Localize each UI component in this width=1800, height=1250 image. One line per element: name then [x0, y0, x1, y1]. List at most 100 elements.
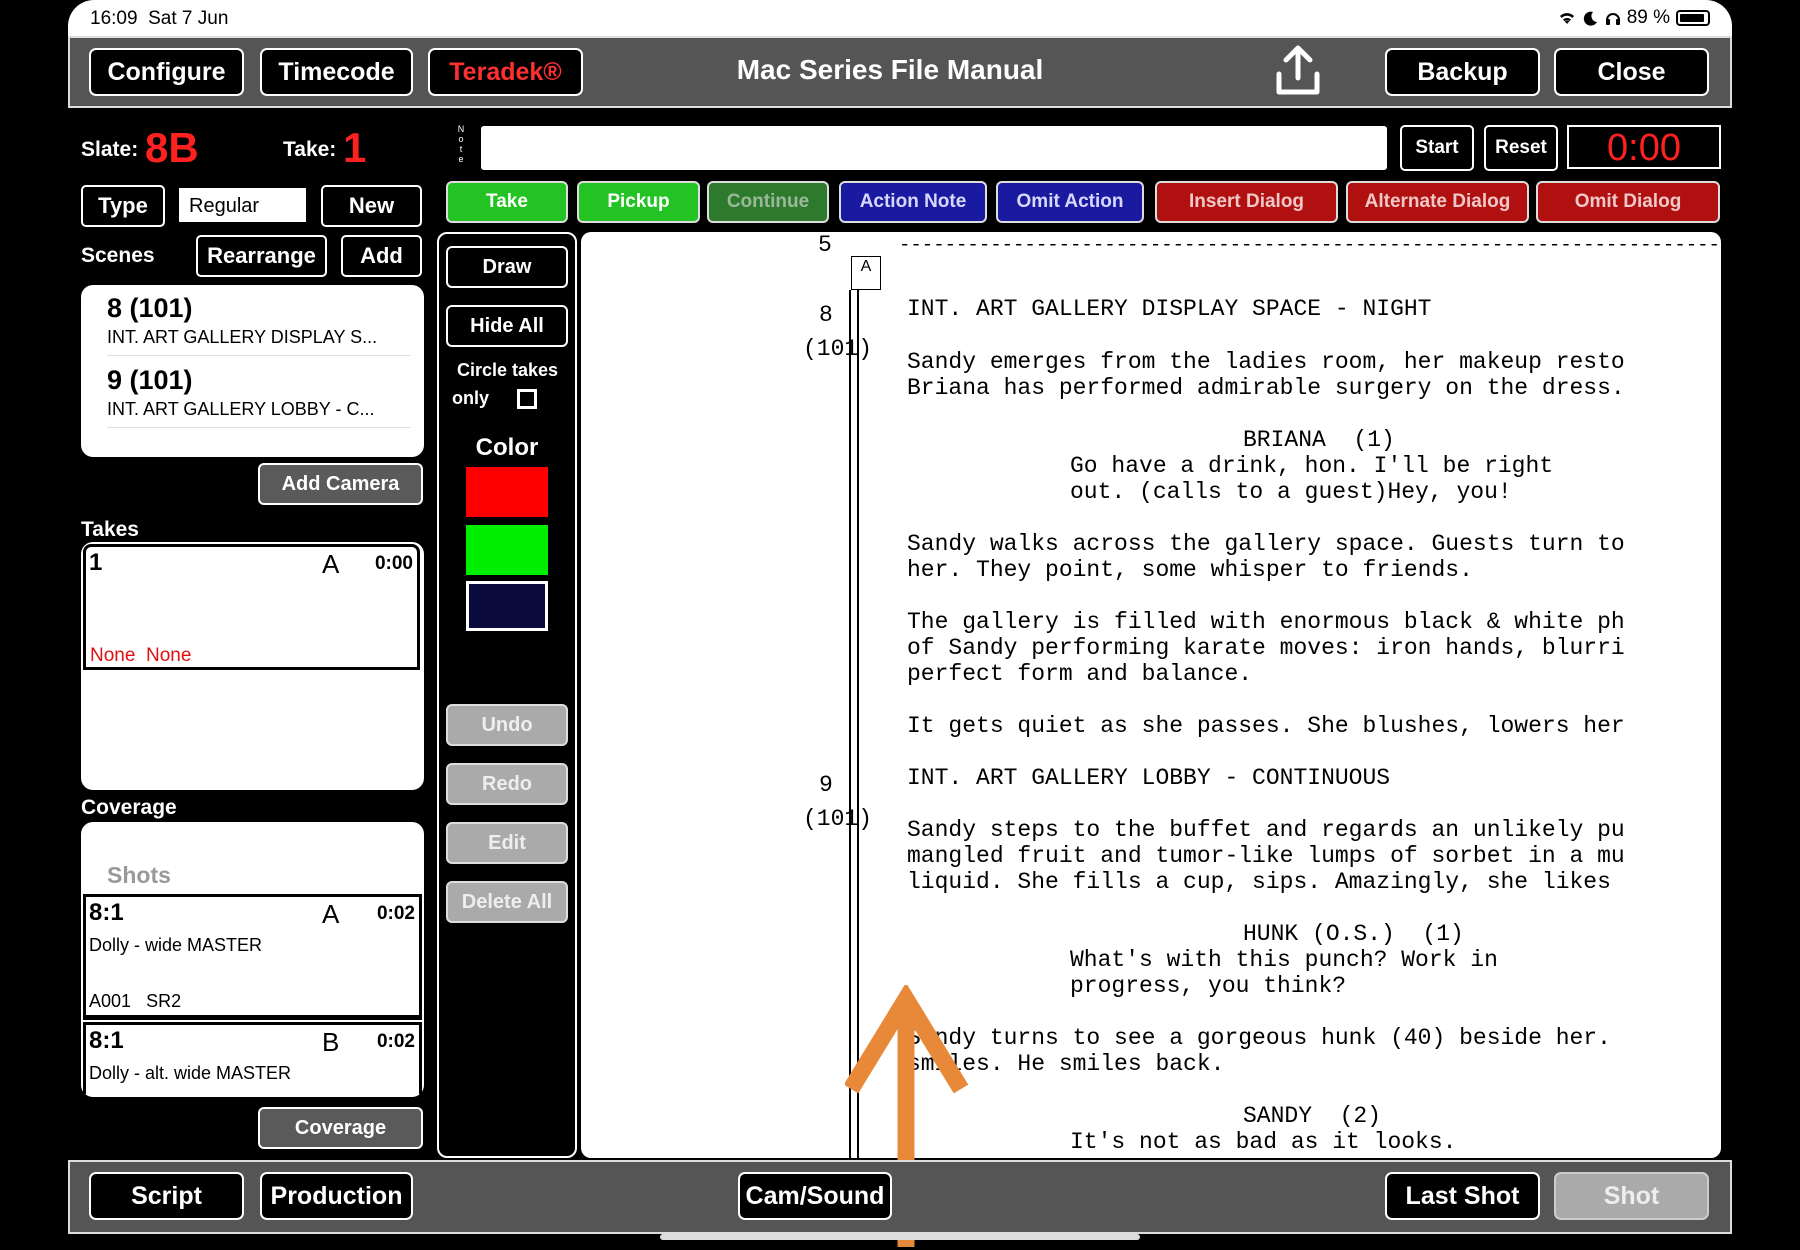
scene-item[interactable]: 8 (101) INT. ART GALLERY DISPLAY S... — [107, 293, 410, 356]
scene-list: 8 (101) INT. ART GALLERY DISPLAY S... 9 … — [81, 285, 424, 457]
take-status: None None — [90, 645, 192, 666]
take-type-button-take[interactable]: Take — [446, 181, 568, 223]
scene-item[interactable]: 9 (101) INT. ART GALLERY LOBBY - C... — [107, 365, 410, 428]
only-label: only — [452, 388, 490, 408]
script-line: perfect form and balance. — [907, 661, 1253, 687]
script-line: her. They point, some whisper to friends… — [907, 557, 1473, 583]
circle-takes-label: Circle takes — [457, 360, 559, 380]
take-type-button-pickup[interactable]: Pickup — [577, 181, 700, 223]
draw-button[interactable]: Draw — [446, 246, 568, 288]
take-type-button-insert-dialog[interactable]: Insert Dialog — [1155, 181, 1338, 223]
scene-number: 8 (101) — [107, 293, 193, 323]
take-type-button-continue[interactable]: Continue — [707, 181, 829, 223]
color-swatch-red[interactable] — [466, 467, 548, 517]
headphones-icon — [1605, 13, 1620, 25]
take-label: Take: — [283, 138, 337, 161]
color-label: Color — [475, 434, 539, 461]
script-line: INT. ART GALLERY LOBBY - CONTINUOUS — [907, 765, 1391, 791]
home-indicator — [660, 1234, 1140, 1240]
slate-label: Slate: — [81, 138, 139, 161]
script-line: Sandy steps to the buffet and regards an… — [907, 817, 1625, 843]
battery-icon — [1676, 10, 1710, 26]
script-line: The gallery is filled with enormous blac… — [907, 609, 1625, 635]
reset-button[interactable]: Reset — [1484, 125, 1558, 171]
circle-takes-checkbox[interactable] — [517, 389, 537, 409]
take-value[interactable]: 1 — [343, 124, 366, 172]
take-type-button-action-note[interactable]: Action Note — [839, 181, 987, 223]
share-icon[interactable] — [1273, 44, 1323, 96]
coverage-label: Coverage — [81, 796, 177, 819]
teradek-button[interactable]: Teradek® — [428, 48, 583, 96]
hide-all-button[interactable]: Hide All — [446, 305, 568, 347]
delete-all-button[interactable]: Delete All — [446, 881, 568, 923]
scene-description: INT. ART GALLERY LOBBY - C... — [107, 399, 375, 419]
shot-button[interactable]: Shot — [1554, 1172, 1709, 1220]
type-value-field[interactable]: Regular — [179, 188, 306, 222]
scene-number-9: 9 — [819, 772, 833, 798]
script-button[interactable]: Script — [89, 1172, 244, 1220]
color-swatch-green[interactable] — [466, 525, 548, 575]
script-line: What's with this punch? Work in — [1070, 947, 1498, 973]
shot-camera: B — [322, 1027, 340, 1057]
script-line: progress, you think? — [1070, 973, 1347, 999]
coverage-list: Shots 8:1 A 0:02 Dolly - wide MASTER A00… — [81, 822, 424, 1097]
take-type-button-omit-action[interactable]: Omit Action — [996, 181, 1144, 223]
color-swatch-navy[interactable] — [466, 581, 548, 631]
take-duration: 0:00 — [374, 553, 413, 574]
status-icons: 89 % — [1557, 7, 1710, 29]
shot-row[interactable]: 8:1 A 0:02 Dolly - wide MASTER A001 SR2 — [83, 894, 422, 1020]
add-camera-button[interactable]: Add Camera — [258, 463, 423, 505]
rearrange-button[interactable]: Rearrange — [196, 235, 327, 277]
production-button[interactable]: Production — [260, 1172, 413, 1220]
close-button[interactable]: Close — [1554, 48, 1709, 96]
add-scene-button[interactable]: Add — [341, 235, 422, 277]
edit-button[interactable]: Edit — [446, 822, 568, 864]
wifi-icon — [1559, 13, 1574, 24]
script-line: It gets quiet as she passes. She blushes… — [907, 713, 1625, 739]
start-button[interactable]: Start — [1400, 125, 1474, 171]
page-number: 5 — [818, 232, 832, 258]
shot-id: 8:1 — [89, 899, 124, 926]
script-line: mangled fruit and tumor-like lumps of so… — [907, 843, 1625, 869]
script-line: Briana has performed admirable surgery o… — [907, 375, 1625, 401]
scene-ref-9: (101) — [803, 806, 873, 832]
take-type-button-omit-dialog[interactable]: Omit Dialog — [1536, 181, 1720, 223]
note-input[interactable] — [481, 126, 1387, 170]
script-line: liquid. She fills a cup, sips. Amazingly… — [907, 869, 1611, 895]
camera-tag[interactable]: A — [851, 256, 881, 290]
shot-row[interactable]: 8:1 B 0:02 Dolly - alt. wide MASTER — [83, 1022, 422, 1094]
take-type-button-alternate-dialog[interactable]: Alternate Dialog — [1346, 181, 1529, 223]
take-row[interactable]: 1 A 0:00 None None — [83, 544, 420, 670]
scenes-label: Scenes — [81, 244, 155, 267]
script-line: Sandy emerges from the ladies room, her … — [907, 349, 1625, 375]
last-shot-button[interactable]: Last Shot — [1385, 1172, 1540, 1220]
take-camera: A — [322, 549, 340, 579]
redo-button[interactable]: Redo — [446, 763, 568, 805]
note-label: Note — [457, 124, 465, 164]
new-button[interactable]: New — [321, 185, 422, 227]
type-button[interactable]: Type — [81, 185, 165, 227]
shot-camera: A — [322, 899, 340, 929]
script-line: SANDY (2) — [1243, 1103, 1382, 1129]
take-number: 1 — [89, 549, 103, 576]
shot-roll: A001 SR2 — [89, 991, 182, 1011]
slate-value[interactable]: 8B — [145, 124, 199, 172]
undo-button[interactable]: Undo — [446, 704, 568, 746]
script-line: BRIANA (1) — [1243, 427, 1395, 453]
shot-duration: 0:02 — [376, 1031, 415, 1052]
configure-button[interactable]: Configure — [89, 48, 244, 96]
coverage-button[interactable]: Coverage — [258, 1107, 423, 1149]
script-line: Go have a drink, hon. I'll be right — [1070, 453, 1554, 479]
backup-button[interactable]: Backup — [1385, 48, 1540, 96]
shot-id: 8:1 — [89, 1027, 124, 1054]
page-title: Mac Series File Manual — [736, 54, 1044, 85]
cam-sound-button[interactable]: Cam/Sound — [738, 1172, 892, 1220]
script-line: It's not as bad as it looks. — [1070, 1129, 1457, 1155]
script-line: out. (calls to a guest)Hey, you! — [1070, 479, 1512, 505]
script-line: of Sandy performing karate moves: iron h… — [907, 635, 1625, 661]
timecode-button[interactable]: Timecode — [260, 48, 413, 96]
scene-description: INT. ART GALLERY DISPLAY S... — [107, 327, 378, 347]
script-page[interactable]: 5 --------------------------------------… — [581, 232, 1721, 1158]
status-bar: 16:09 Sat 7 Jun 89 % — [68, 0, 1732, 36]
timer-display: 0:00 — [1567, 125, 1721, 169]
